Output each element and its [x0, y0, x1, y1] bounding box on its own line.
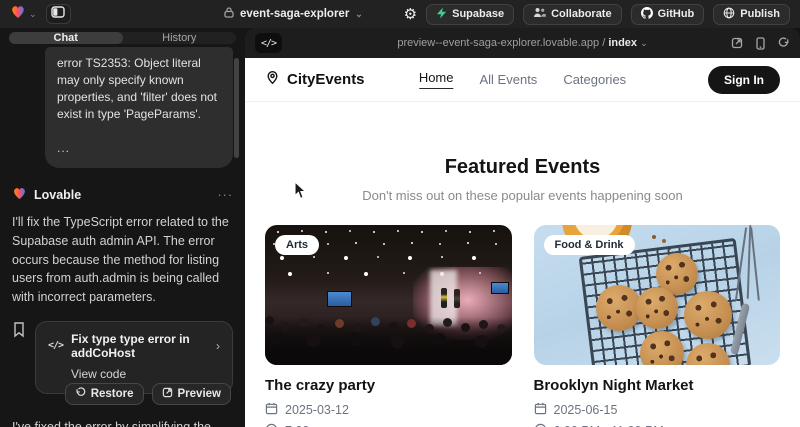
project-name-dropdown[interactable]: event-saga-explorer ⌄: [224, 0, 363, 28]
preview-url-page: index: [608, 37, 637, 49]
event-cards: Arts The crazy party 2025-03-12: [245, 225, 800, 427]
refresh-icon[interactable]: [778, 37, 790, 49]
event-date: 2025-03-12: [265, 402, 512, 418]
github-button[interactable]: GitHub: [631, 4, 705, 25]
nav-categories[interactable]: Categories: [563, 72, 626, 87]
site-brand[interactable]: CityEvents: [265, 70, 365, 89]
bookmark-icon[interactable]: [12, 321, 26, 343]
lovable-logo-menu[interactable]: ⌄: [10, 4, 37, 25]
rendered-site: CityEvents Home All Events Categories Si…: [245, 58, 800, 427]
user-message-bubble: error TS2353: Object literal may only sp…: [45, 47, 233, 168]
restore-button[interactable]: Restore: [65, 383, 144, 405]
category-badge: Food & Drink: [544, 235, 635, 255]
chevron-down-icon: ⌄: [29, 10, 37, 19]
project-name: event-saga-explorer: [240, 8, 349, 20]
site-nav: Home All Events Categories: [419, 70, 626, 89]
event-time: 7:00: [265, 423, 512, 427]
event-image: Arts: [265, 225, 512, 365]
fix-card-title: Fix type type error in addCoHost: [71, 332, 208, 360]
event-title: The crazy party: [265, 377, 512, 394]
clock-icon: [534, 423, 547, 427]
section-title: Featured Events: [245, 156, 800, 179]
topbar-actions: ⚙ Supabase Collaborate: [404, 4, 790, 25]
app-topbar: ⌄ event-saga-explorer ⌄ ⚙ Supa: [0, 0, 800, 28]
chat-sidebar: Chat History error TS2353: Object litera…: [0, 28, 245, 427]
clock-icon: [265, 423, 278, 427]
message-menu-icon[interactable]: ···: [218, 188, 234, 202]
chevron-right-icon: ›: [216, 339, 220, 353]
publish-button[interactable]: Publish: [713, 4, 790, 25]
event-time: 6:00 PM - 11:00 PM: [534, 423, 781, 427]
preview-url-host: preview--event-saga-explorer.lovable.app: [397, 37, 599, 49]
site-header: CityEvents Home All Events Categories Si…: [245, 58, 800, 102]
map-pin-icon: [265, 70, 280, 89]
restore-icon: [75, 387, 86, 401]
settings-gear-icon[interactable]: ⚙: [404, 7, 417, 22]
event-date: 2025-06-15: [534, 402, 781, 418]
nav-home[interactable]: Home: [419, 70, 454, 89]
lovable-heart-icon: [12, 186, 27, 204]
event-image: Food & Drink: [534, 225, 781, 365]
github-icon: [641, 7, 653, 22]
assistant-name: Lovable: [34, 188, 81, 202]
open-preview-icon: [162, 387, 173, 401]
code-view-toggle[interactable]: </>: [255, 33, 282, 53]
open-in-new-window-icon[interactable]: [731, 37, 743, 49]
assistant-outro-text: I've fixed the error by simplifying the …: [12, 418, 233, 427]
view-code-link[interactable]: View code: [71, 367, 220, 381]
lock-icon: [224, 7, 234, 21]
sidebar-toggle-button[interactable]: [46, 4, 71, 24]
message-truncated-indicator: ...: [57, 140, 221, 157]
calendar-icon: [265, 402, 278, 418]
tab-history[interactable]: History: [123, 32, 237, 44]
nav-all-events[interactable]: All Events: [480, 72, 538, 87]
sign-in-button[interactable]: Sign In: [708, 66, 780, 94]
mobile-view-icon[interactable]: [756, 37, 765, 50]
lovable-heart-icon: [10, 4, 26, 25]
assistant-intro-text: I'll fix the TypeScript error related to…: [12, 213, 233, 307]
calendar-icon: [534, 402, 547, 418]
chevron-down-icon: ⌄: [640, 38, 648, 48]
people-icon: [533, 7, 546, 21]
preview-url-dropdown[interactable]: preview--event-saga-explorer.lovable.app…: [245, 37, 800, 49]
code-icon: </>: [48, 340, 63, 351]
tab-chat[interactable]: Chat: [9, 32, 123, 44]
event-card[interactable]: Food & Drink Brooklyn Night Market 2025-…: [534, 225, 781, 427]
preview-toolbar: </> preview--event-saga-explorer.lovable…: [245, 28, 800, 58]
chevron-down-icon: ⌄: [355, 10, 363, 19]
supabase-button[interactable]: Supabase: [426, 4, 514, 25]
chat-history-tabs: Chat History: [9, 32, 236, 44]
supabase-bolt-icon: [436, 7, 447, 22]
event-title: Brooklyn Night Market: [534, 377, 781, 394]
preview-button[interactable]: Preview: [152, 383, 231, 405]
globe-icon: [723, 7, 735, 22]
message-actions: Restore Preview: [12, 383, 231, 405]
panel-icon: [51, 5, 65, 23]
user-message-text: error TS2353: Object literal may only sp…: [57, 55, 221, 123]
event-card[interactable]: Arts The crazy party 2025-03-12: [265, 225, 512, 427]
chat-scrollbar-thumb[interactable]: [234, 58, 239, 158]
chat-messages: error TS2353: Object literal may only sp…: [0, 44, 245, 427]
section-subtitle: Don't miss out on these popular events h…: [245, 188, 800, 203]
collaborate-button[interactable]: Collaborate: [523, 4, 622, 25]
category-badge: Arts: [275, 235, 319, 255]
preview-pane: </> preview--event-saga-explorer.lovable…: [245, 28, 800, 427]
assistant-header: Lovable ···: [12, 186, 233, 204]
